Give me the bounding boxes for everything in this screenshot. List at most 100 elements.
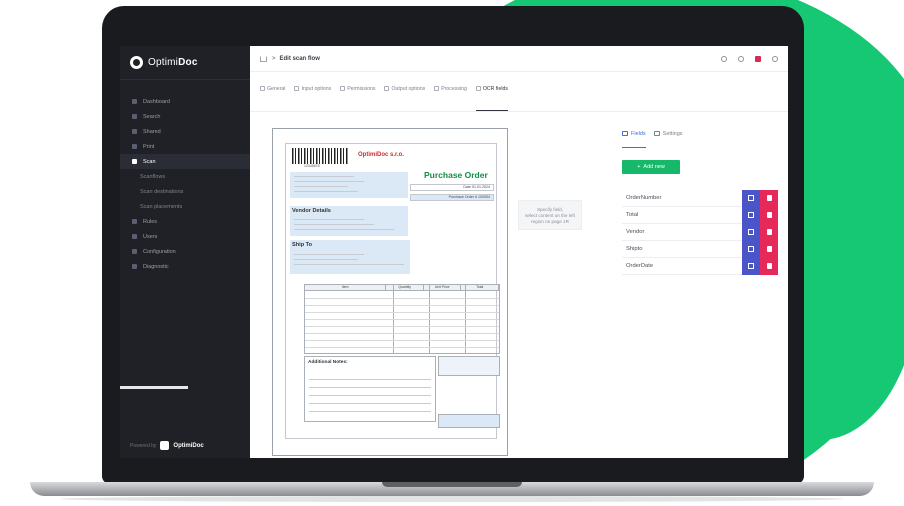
page-title: Edit scan flow <box>279 55 320 62</box>
fields-panel: Fields Settings + Add new OrderNumber Tota… <box>622 128 778 275</box>
sidebar-item-rules[interactable]: Rules <box>120 214 250 229</box>
field-row: Total <box>622 206 778 224</box>
tab-ocr-fields[interactable]: OCR fields <box>475 86 508 111</box>
edit-icon <box>748 263 754 269</box>
tab-icon <box>260 86 265 91</box>
edit-field-button[interactable] <box>742 240 760 258</box>
sidebar-item-search[interactable]: Search <box>120 109 250 124</box>
notes-label: Additional Notes: <box>308 360 348 365</box>
sidebar-item-dashboard[interactable]: Dashboard <box>120 94 250 109</box>
topbar: > Edit scan flow <box>250 46 788 72</box>
edit-field-button[interactable] <box>742 206 760 224</box>
sidebar-item-label: Diagnostic <box>143 263 169 270</box>
language-flag-icon[interactable] <box>755 55 761 62</box>
panel-tab-settings[interactable]: Settings <box>653 128 683 148</box>
sidebar-item-icon <box>132 264 137 269</box>
delete-field-button[interactable] <box>760 223 778 241</box>
plus-icon: + <box>637 164 641 170</box>
shipto-heading: Ship To <box>292 242 313 248</box>
delete-field-button[interactable] <box>760 189 778 207</box>
tab-icon <box>384 86 390 91</box>
delete-field-button[interactable] <box>760 206 778 224</box>
tab-output-options[interactable]: Output options <box>384 86 425 111</box>
logo-icon <box>130 56 143 69</box>
field-name: Vendor <box>626 229 645 235</box>
field-name: Shipto <box>626 246 643 252</box>
sidebar-item-scanflows[interactable]: Scanflows <box>120 169 250 184</box>
sidebar-item-scan-placements[interactable]: Scan placements <box>120 199 250 214</box>
home-icon[interactable] <box>260 55 267 62</box>
add-field-button[interactable]: + Add new <box>622 160 680 174</box>
edit-field-button[interactable] <box>742 189 760 207</box>
document-po-number: Purchase Order # 100054 <box>410 194 494 201</box>
sidebar: OptimiDoc Dashboard Search Shared Print Scan… <box>120 46 250 458</box>
totals-box <box>438 356 500 376</box>
delete-field-button[interactable] <box>760 240 778 258</box>
barcode-number: 12345678 <box>304 164 320 168</box>
tab-input-options[interactable]: Input options <box>294 86 331 111</box>
trash-icon <box>766 246 772 252</box>
marketing-scene: OptimiDoc Dashboard Search Shared Print Scan… <box>0 0 904 506</box>
trash-icon <box>766 212 772 218</box>
app-screen: OptimiDoc Dashboard Search Shared Print Scan… <box>120 46 788 458</box>
topbar-actions <box>721 55 778 62</box>
document-date: Date 01.01.2024 <box>410 184 494 191</box>
sidebar-item-print[interactable]: Print <box>120 139 250 154</box>
sidebar-item-label: Dashboard <box>143 98 170 105</box>
sidebar-item-configuration[interactable]: Configuration <box>120 244 250 259</box>
fields-list: OrderNumber Total Vendor Shipto OrderDate <box>622 189 778 275</box>
field-row: OrderDate <box>622 257 778 275</box>
sidebar-item-label: Scan destinations <box>140 188 184 195</box>
document-company: OptimiDoc s.r.o. <box>358 152 405 158</box>
sidebar-item-label: Users <box>143 233 158 240</box>
sidebar-item-diagnostic[interactable]: Diagnostic <box>120 259 250 274</box>
sidebar-item-icon <box>132 129 137 134</box>
sidebar-item-scan[interactable]: Scan <box>120 154 250 169</box>
sidebar-item-users[interactable]: Users <box>120 229 250 244</box>
sidebar-item-label: Shared <box>143 128 161 135</box>
tab-icon <box>340 86 346 91</box>
settings-icon[interactable] <box>738 55 744 62</box>
field-row: Vendor <box>622 223 778 241</box>
sidebar-item-shared[interactable]: Shared <box>120 124 250 139</box>
tab-processing[interactable]: Processing <box>434 86 467 111</box>
edit-icon <box>748 212 754 218</box>
help-icon[interactable] <box>721 55 727 62</box>
edit-field-button[interactable] <box>742 257 760 275</box>
delete-field-button[interactable] <box>760 257 778 275</box>
document-preview[interactable]: 12345678 OptimiDoc s.r.o. Purchase Order… <box>272 128 508 456</box>
items-table-header: Item Quantity Unit Price Total <box>305 285 499 291</box>
field-name: OrderNumber <box>626 195 662 201</box>
document-footer-highlight <box>438 414 500 428</box>
gear-icon <box>653 131 660 136</box>
sidebar-item-icon <box>132 234 137 239</box>
trash-icon <box>766 195 772 201</box>
sidebar-item-label: Scanflows <box>140 173 166 180</box>
panel-tab-fields[interactable]: Fields <box>622 128 646 148</box>
sidebar-item-scan-destinations[interactable]: Scan destinations <box>120 184 250 199</box>
purchase-order-document[interactable]: 12345678 OptimiDoc s.r.o. Purchase Order… <box>285 143 500 439</box>
main-content: > Edit scan flow General Input options Per… <box>250 46 788 458</box>
vendor-heading: Vendor Details <box>292 208 331 214</box>
selection-hint: Specify field, select content on the lef… <box>518 200 582 230</box>
tab-general[interactable]: General <box>260 86 285 111</box>
edit-icon <box>748 195 754 201</box>
sidebar-item-label: Scan placements <box>140 203 183 210</box>
sidebar-item-label: Rules <box>143 218 158 225</box>
edit-field-button[interactable] <box>742 223 760 241</box>
document-title: Purchase Order <box>424 170 488 180</box>
user-menu-icon[interactable] <box>772 55 778 62</box>
sidebar-item-label: Scan <box>143 158 156 165</box>
laptop-shadow <box>60 496 844 502</box>
barcode <box>292 148 348 164</box>
tab-icon <box>475 86 481 91</box>
tab-permissions[interactable]: Permissions <box>340 86 375 111</box>
brand-logo[interactable]: OptimiDoc <box>120 46 250 80</box>
sidebar-scroll-indicator <box>120 386 188 389</box>
powered-logo-icon <box>160 441 170 450</box>
tab-icon <box>434 86 440 91</box>
laptop-notch <box>382 482 522 487</box>
sidebar-item-label: Print <box>143 143 155 150</box>
list-icon <box>622 131 628 136</box>
items-table: Item Quantity Unit Price Total <box>304 284 500 354</box>
